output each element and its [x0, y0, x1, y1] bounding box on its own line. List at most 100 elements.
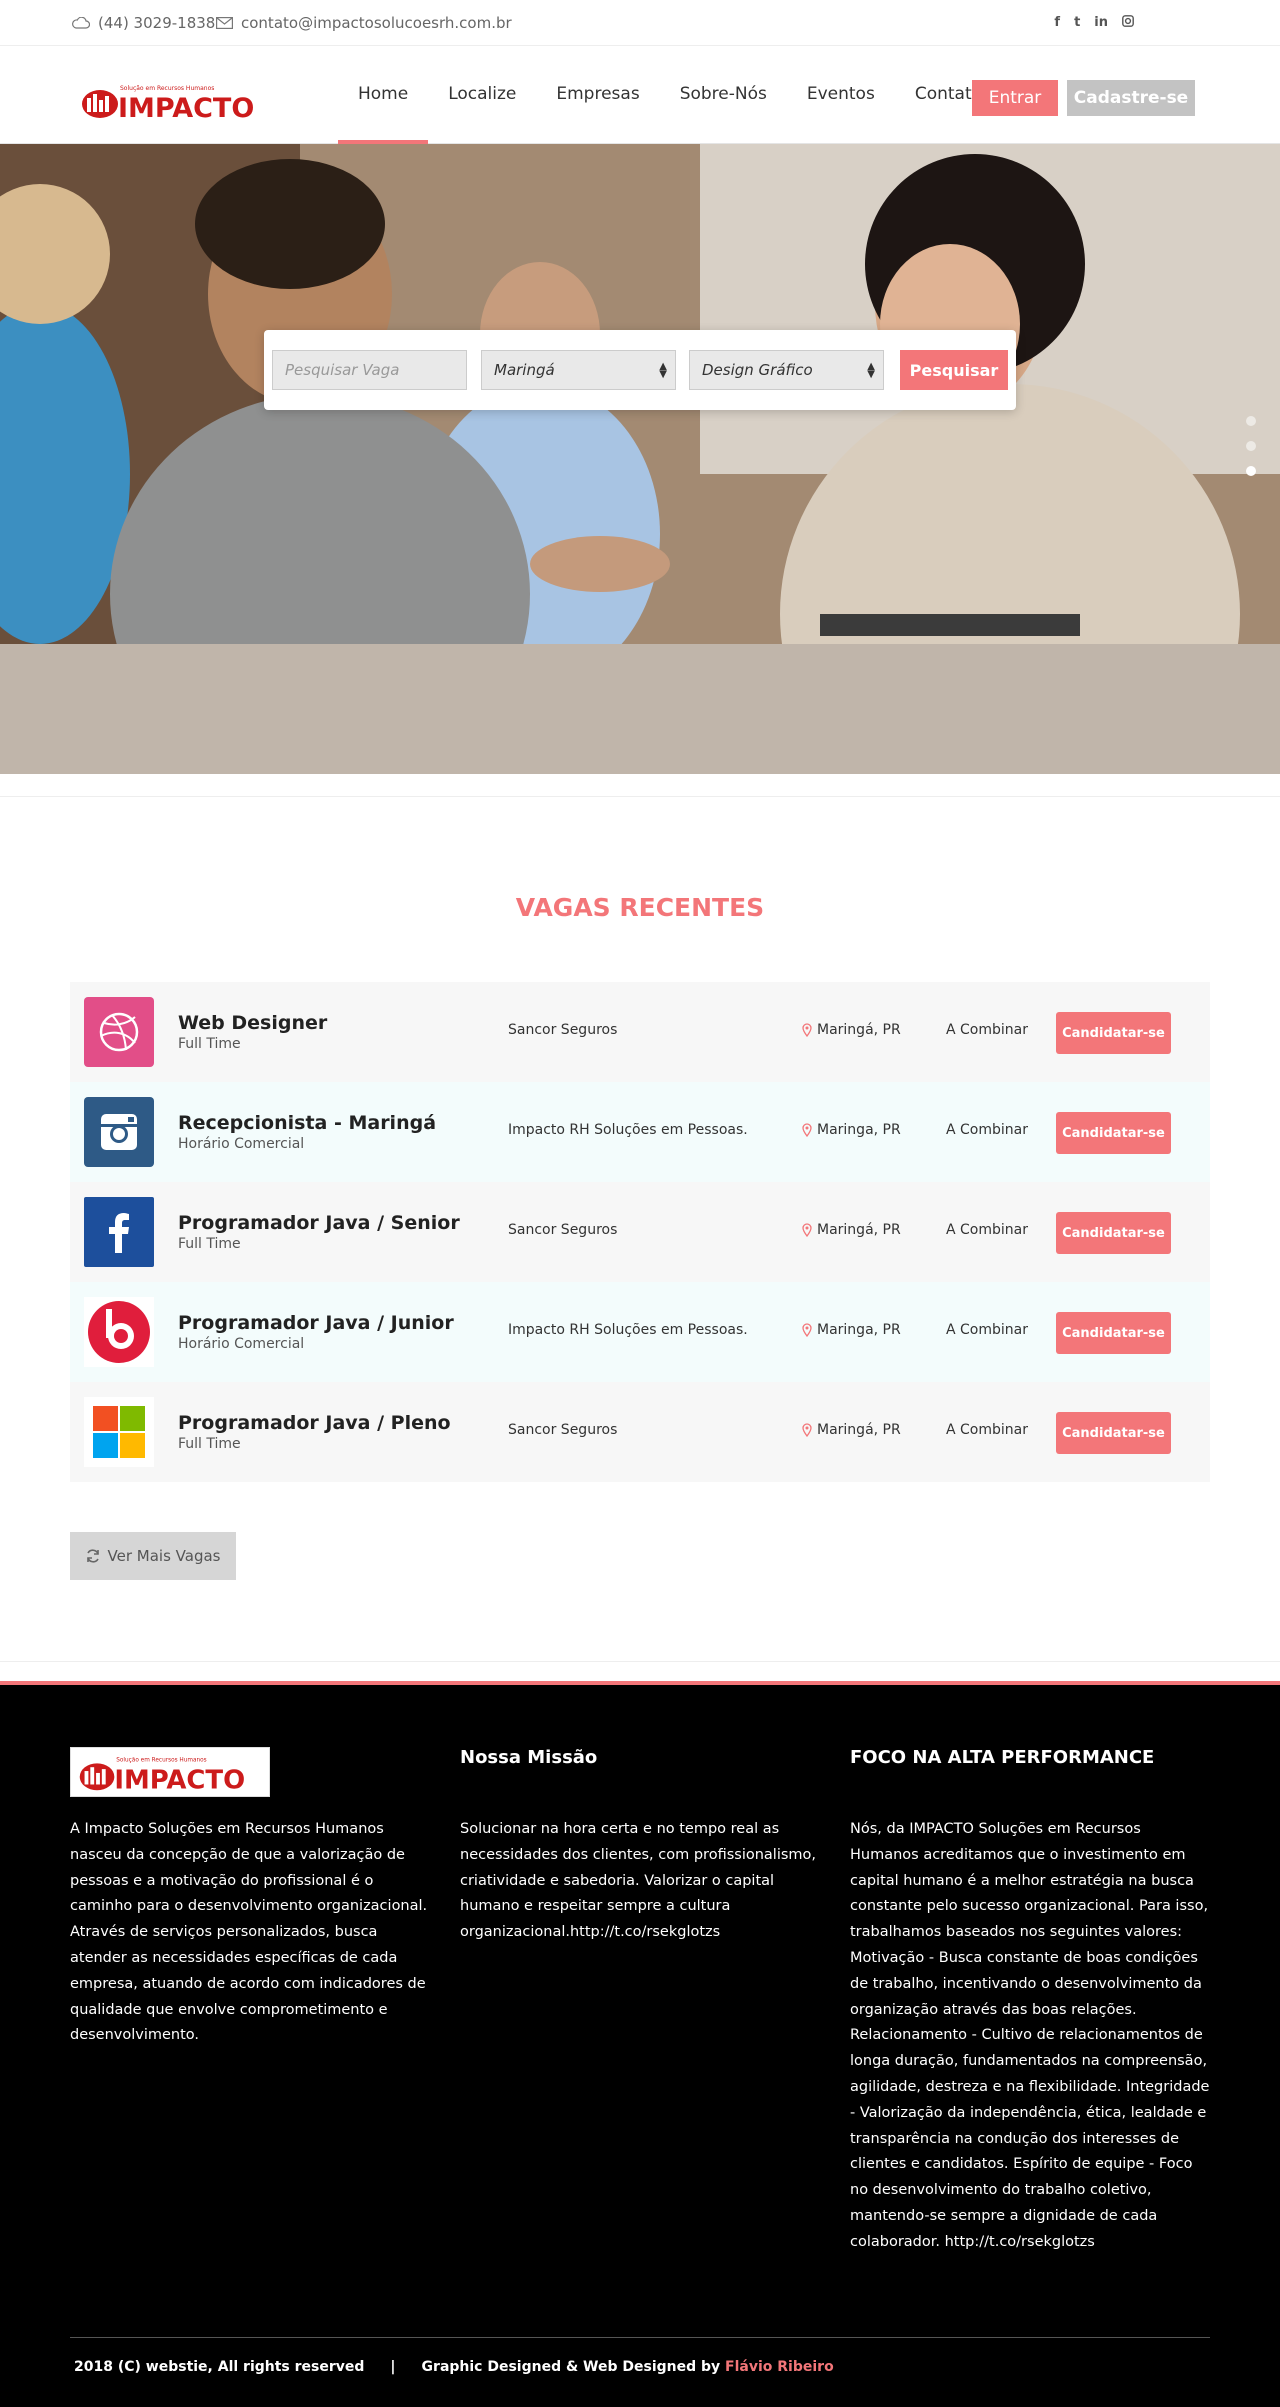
job-salary: A Combinar	[946, 1222, 1028, 1238]
map-pin-icon	[802, 1423, 812, 1437]
job-search-box: Pesquisar Vaga Maringá ▲ ▼ Design Gráfico…	[264, 330, 1016, 410]
recent-jobs-list: Web Designer Full Time Sancor Seguros Ma…	[70, 982, 1210, 1482]
credit-label: Graphic Designed & Web Designed by	[421, 2359, 721, 2375]
job-location-text: Maringa, PR	[817, 1122, 901, 1138]
signup-button[interactable]: Cadastre-se	[1067, 80, 1195, 116]
nav-item-empresas[interactable]: Empresas	[536, 46, 659, 144]
slider-dot[interactable]	[1246, 416, 1256, 426]
job-salary: A Combinar	[946, 1122, 1028, 1138]
job-location-text: Maringá, PR	[817, 1422, 901, 1438]
job-title[interactable]: Programador Java / Pleno	[178, 1412, 451, 1434]
twitter-icon[interactable]: t	[1074, 15, 1080, 31]
job-salary: A Combinar	[946, 1322, 1028, 1338]
envelope-icon	[216, 17, 233, 29]
job-location-text: Maringá, PR	[817, 1222, 901, 1238]
divider	[0, 1661, 1280, 1662]
map-pin-icon	[802, 1123, 812, 1137]
nav-item-eventos[interactable]: Eventos	[787, 46, 895, 144]
job-location-text: Maringá, PR	[817, 1022, 901, 1038]
impacto-logo[interactable]: Solução em Recursos Humanos IMPACTO	[80, 82, 270, 122]
job-location: Maringá, PR	[802, 1222, 901, 1238]
job-salary: A Combinar	[946, 1422, 1028, 1438]
hero-photo	[0, 144, 1280, 774]
job-type: Horário Comercial	[178, 1136, 305, 1152]
job-type: Full Time	[178, 1436, 241, 1452]
apply-button[interactable]: Candidatar-se	[1056, 1412, 1171, 1454]
author-link[interactable]: Flávio Ribeiro	[725, 2359, 834, 2375]
apply-button[interactable]: Candidatar-se	[1056, 1212, 1171, 1254]
phone-text: (44) 3029-1838	[98, 14, 216, 32]
job-row[interactable]: Programador Java / Junior Horário Comerc…	[70, 1282, 1210, 1382]
linkedin-icon[interactable]: in	[1094, 15, 1108, 31]
social-links: f t in	[1054, 15, 1134, 31]
logo-wordmark: IMPACTO	[118, 93, 254, 122]
beats-icon	[84, 1297, 154, 1367]
refresh-icon	[86, 1549, 99, 1563]
phone-contact: (44) 3029-1838	[72, 14, 215, 32]
main-navbar: Solução em Recursos Humanos IMPACTO Home…	[0, 46, 1280, 144]
select-caret-icon: ▲ ▼	[659, 361, 667, 380]
more-jobs-button[interactable]: Ver Mais Vagas	[70, 1532, 236, 1580]
email-text: contato@impactosolucoesrh.com.br	[241, 14, 512, 32]
map-pin-icon	[802, 1223, 812, 1237]
instagram-icon[interactable]	[1122, 15, 1134, 31]
cloud-icon	[72, 17, 90, 29]
job-location: Maringa, PR	[802, 1122, 901, 1138]
footer-about-text: A Impacto Soluções em Recursos Humanos n…	[70, 1821, 428, 2044]
job-title[interactable]: Programador Java / Junior	[178, 1312, 454, 1334]
job-type: Full Time	[178, 1036, 241, 1052]
footer-logo-wordmark: IMPACTO	[114, 1765, 245, 1795]
category-select-value: Design Gráfico	[702, 361, 813, 379]
job-title[interactable]: Recepcionista - Maringá	[178, 1112, 436, 1134]
job-company: Sancor Seguros	[508, 1022, 618, 1038]
top-bar: (44) 3029-1838 contato@impactosolucoesrh…	[0, 0, 1280, 46]
microsoft-icon	[84, 1397, 154, 1467]
job-salary: A Combinar	[946, 1022, 1028, 1038]
job-row[interactable]: Recepcionista - Maringá Horário Comercia…	[70, 1082, 1210, 1182]
slider-dot-active[interactable]	[1246, 466, 1256, 476]
job-search-input[interactable]: Pesquisar Vaga	[272, 350, 467, 390]
job-location: Maringá, PR	[802, 1422, 901, 1438]
footer-focus-title: FOCO NA ALTA PERFORMANCE	[850, 1747, 1155, 1768]
job-row[interactable]: Web Designer Full Time Sancor Seguros Ma…	[70, 982, 1210, 1082]
credit-text: Graphic Designed & Web Designed by Flávi…	[422, 2359, 834, 2375]
nav-menu: Home Localize Empresas Sobre-Nós Eventos…	[338, 46, 1002, 144]
job-location: Maringá, PR	[802, 1022, 901, 1038]
instagram-icon	[84, 1097, 154, 1167]
job-company: Sancor Seguros	[508, 1422, 618, 1438]
footer-focus-text: Nós, da IMPACTO Soluções em Recursos Hum…	[850, 1821, 1210, 2250]
job-row[interactable]: Programador Java / Senior Full Time Sanc…	[70, 1182, 1210, 1282]
slider-dot[interactable]	[1246, 441, 1256, 451]
facebook-icon[interactable]: f	[1054, 15, 1060, 31]
hero-slider: Pesquisar Vaga Maringá ▲ ▼ Design Gráfico…	[0, 144, 1280, 774]
nav-item-home[interactable]: Home	[338, 46, 429, 144]
nav-item-localize[interactable]: Localize	[428, 46, 536, 144]
email-contact[interactable]: contato@impactosolucoesrh.com.br	[216, 14, 512, 32]
footer-logo[interactable]: Solução em Recursos Humanos IMPACTO	[70, 1747, 270, 1797]
search-button[interactable]: Pesquisar	[900, 350, 1008, 390]
select-caret-icon: ▲ ▼	[867, 361, 875, 380]
job-title[interactable]: Web Designer	[178, 1012, 327, 1034]
apply-button[interactable]: Candidatar-se	[1056, 1312, 1171, 1354]
job-title[interactable]: Programador Java / Senior	[178, 1212, 460, 1234]
footer-separator: |	[390, 2359, 396, 2375]
map-pin-icon	[802, 1023, 812, 1037]
job-location-text: Maringa, PR	[817, 1322, 901, 1338]
footer-bottom-bar: 2018 (C) webstie, All rights reserved | …	[74, 2359, 834, 2375]
category-select[interactable]: Design Gráfico ▲ ▼	[689, 350, 884, 390]
job-company: Sancor Seguros	[508, 1222, 618, 1238]
city-select-value: Maringá	[494, 361, 555, 379]
job-company: Impacto RH Soluções em Pessoas.	[508, 1322, 748, 1338]
nav-item-sobre-nos[interactable]: Sobre-Nós	[660, 46, 787, 144]
site-footer: Solução em Recursos Humanos IMPACTO A Im…	[0, 1681, 1280, 2407]
more-jobs-label: Ver Mais Vagas	[107, 1547, 221, 1565]
job-location: Maringa, PR	[802, 1322, 901, 1338]
city-select[interactable]: Maringá ▲ ▼	[481, 350, 676, 390]
map-pin-icon	[802, 1323, 812, 1337]
footer-divider	[70, 2337, 1210, 2338]
login-button[interactable]: Entrar	[972, 80, 1058, 116]
job-row[interactable]: Programador Java / Pleno Full Time Sanco…	[70, 1382, 1210, 1482]
apply-button[interactable]: Candidatar-se	[1056, 1012, 1171, 1054]
apply-button[interactable]: Candidatar-se	[1056, 1112, 1171, 1154]
copyright-text: 2018 (C) webstie, All rights reserved	[74, 2359, 365, 2375]
